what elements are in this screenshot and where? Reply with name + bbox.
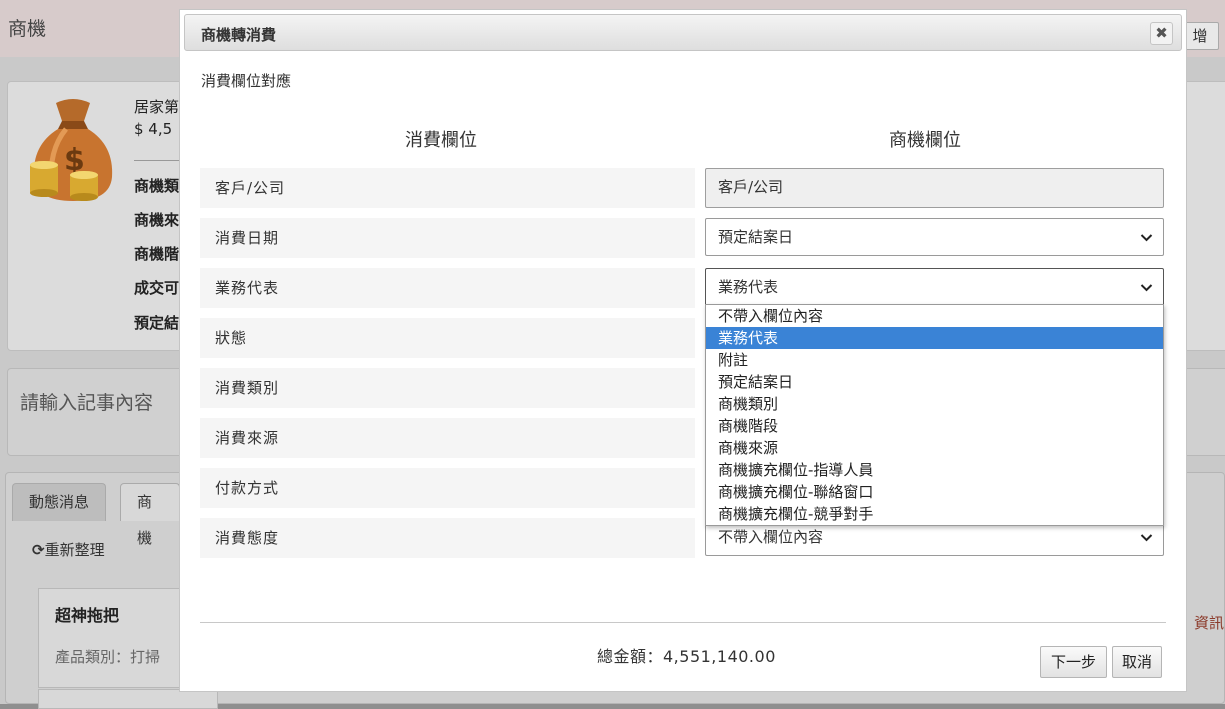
dropdown-option[interactable]: 預定結案日 — [706, 371, 1163, 393]
field-label: 預定結 — [134, 314, 180, 332]
chevron-down-icon — [1140, 534, 1153, 542]
row-label-sales-rep: 業務代表 — [200, 268, 695, 308]
dropdown-option[interactable]: 商機擴充欄位-競爭對手 — [706, 503, 1163, 525]
date-mapping-value: 預定結案日 — [718, 228, 794, 246]
row-label-customer: 客戶/公司 — [200, 168, 695, 208]
row-label-date: 消費日期 — [200, 218, 695, 258]
next-button[interactable]: 下一步 — [1040, 646, 1107, 678]
sales-rep-mapping-select[interactable]: 業務代表 — [705, 268, 1164, 306]
total-amount: 總金額：4,551,140.00 — [597, 647, 776, 666]
tab-news[interactable]: 動態消息 — [12, 483, 107, 521]
note-placeholder: 請輸入記事內容 — [20, 392, 154, 414]
divider — [134, 160, 179, 161]
close-icon[interactable]: ✖ — [1150, 22, 1173, 45]
sales-rep-dropdown-list: 不帶入欄位內容 業務代表 附註 預定結案日 商機類別 商機階段 商機來源 商機擴… — [705, 304, 1164, 526]
product-title: 超神拖把 — [55, 606, 120, 625]
customer-readonly-field: 客戶/公司 — [705, 168, 1164, 208]
sales-rep-mapping-value: 業務代表 — [718, 278, 779, 296]
dropdown-option[interactable]: 商機來源 — [706, 437, 1163, 459]
row-label-category: 消費類別 — [200, 368, 695, 408]
row-label-payment: 付款方式 — [200, 468, 695, 508]
money-bag-icon: $ — [30, 99, 113, 201]
product-item[interactable] — [38, 689, 218, 709]
refresh-label: 重新整理 — [44, 541, 105, 559]
chevron-down-icon — [1140, 234, 1153, 242]
opportunity-name: 居家第 — [134, 98, 180, 116]
convert-dialog: 商機轉消費 ✖ 消費欄位對應 消費欄位 商機欄位 客戶/公司 消費日期 業務代表… — [179, 9, 1187, 692]
refresh-icon: ⟳ — [32, 541, 45, 559]
note-box-edge — [1187, 368, 1225, 456]
dropdown-option[interactable]: 不帶入欄位內容 — [706, 305, 1163, 327]
refresh-button[interactable]: ⟳重新整理 — [32, 539, 105, 560]
field-label: 商機類 — [134, 177, 180, 195]
cancel-button[interactable]: 取消 — [1112, 646, 1162, 678]
dropdown-option[interactable]: 商機擴充欄位-聯絡窗口 — [706, 481, 1163, 503]
dialog-title: 商機轉消費 — [201, 26, 277, 44]
row-label-attitude: 消費態度 — [200, 518, 695, 558]
dropdown-option[interactable]: 附註 — [706, 349, 1163, 371]
info-link[interactable]: 資訊 — [1194, 612, 1224, 633]
footer-divider — [200, 622, 1166, 623]
row-label-source: 消費來源 — [200, 418, 695, 458]
attitude-mapping-value: 不帶入欄位內容 — [718, 528, 824, 546]
opportunity-amount: $ 4,5 — [134, 120, 173, 138]
opportunity-card-edge — [1187, 81, 1225, 351]
field-label: 商機階 — [134, 245, 180, 263]
chevron-down-icon — [1140, 284, 1153, 292]
dropdown-option[interactable]: 商機階段 — [706, 415, 1163, 437]
product-category: 產品類別：打掃 — [55, 648, 161, 666]
field-label: 成交可 — [134, 279, 180, 297]
column-header-opportunity: 商機欄位 — [889, 130, 961, 151]
tab-opportunity[interactable]: 商機 — [120, 483, 180, 547]
dropdown-option[interactable]: 商機類別 — [706, 393, 1163, 415]
field-label: 商機來 — [134, 211, 180, 229]
dialog-titlebar[interactable]: 商機轉消費 ✖ — [184, 14, 1182, 51]
column-header-consumption: 消費欄位 — [405, 130, 477, 151]
date-mapping-select[interactable]: 預定結案日 — [705, 218, 1164, 256]
page-title: 商機 — [8, 18, 47, 40]
dropdown-option[interactable]: 商機擴充欄位-指導人員 — [706, 459, 1163, 481]
row-label-status: 狀態 — [200, 318, 695, 358]
dropdown-option-selected[interactable]: 業務代表 — [706, 327, 1163, 349]
section-label: 消費欄位對應 — [201, 72, 292, 90]
